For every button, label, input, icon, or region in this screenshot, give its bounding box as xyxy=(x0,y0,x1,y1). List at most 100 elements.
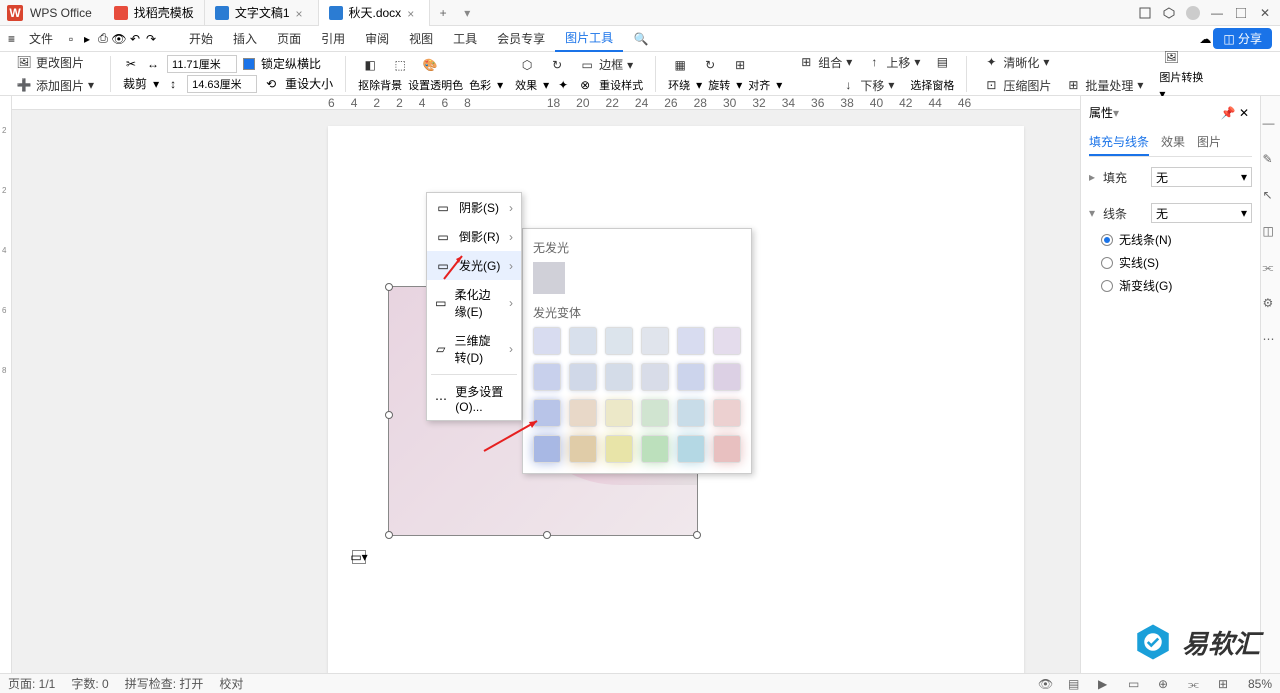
glow-swatch-0-3[interactable] xyxy=(641,327,669,355)
hamburger-icon[interactable]: ≡ xyxy=(8,32,15,46)
menu-vip[interactable]: 会员专享 xyxy=(487,26,555,51)
radio-no-line[interactable]: 无线条(N) xyxy=(1101,231,1252,248)
glow-swatch-3-4[interactable] xyxy=(677,435,705,463)
avatar-icon[interactable] xyxy=(1182,2,1204,24)
glow-swatch-1-5[interactable] xyxy=(713,363,741,391)
play-icon[interactable]: ▶ xyxy=(1098,677,1112,691)
batch-button[interactable]: ⊞批量处理▾ xyxy=(1061,75,1147,96)
link2-icon[interactable]: ⫘ xyxy=(1188,677,1202,691)
prop-tab-picture[interactable]: 图片 xyxy=(1197,129,1221,156)
page-status[interactable]: 页面: 1/1 xyxy=(8,675,55,692)
glow-swatch-3-2[interactable] xyxy=(605,435,633,463)
glow-swatch-3-1[interactable] xyxy=(569,435,597,463)
tab-templates[interactable]: 找稻壳模板 xyxy=(104,0,205,26)
grid-icon[interactable]: ⊞ xyxy=(1218,677,1232,691)
rotate3d-item[interactable]: ▱三维旋转(D)› xyxy=(427,326,521,372)
clarity-button[interactable]: ✦清晰化▾ xyxy=(979,52,1053,73)
redo-icon[interactable]: ↷ xyxy=(143,31,159,47)
canvas[interactable]: 642 246 818 202224 262830 323436 384042 … xyxy=(12,96,1080,676)
more-icon[interactable]: ⋯ xyxy=(1263,332,1279,348)
proof-status[interactable]: 校对 xyxy=(219,675,243,692)
rotate-button[interactable]: ↻ xyxy=(698,55,722,75)
glow-swatch-1-3[interactable] xyxy=(641,363,669,391)
glow-swatch-1-0[interactable] xyxy=(533,363,561,391)
eye-icon[interactable]: 👁 xyxy=(1038,677,1052,691)
radio-gradient-line[interactable]: 渐变线(G) xyxy=(1101,277,1252,294)
sparkle-icon[interactable]: ✦ xyxy=(555,77,571,93)
glow-swatch-0-4[interactable] xyxy=(677,327,705,355)
menu-view[interactable]: 视图 xyxy=(399,26,443,51)
glow-swatch-3-5[interactable] xyxy=(713,435,741,463)
glow-swatch-2-0[interactable] xyxy=(533,399,561,427)
no-glow-swatch[interactable] xyxy=(533,262,565,294)
change-picture-button[interactable]: 🖼更改图片 xyxy=(12,52,98,73)
print-icon[interactable]: ⎙ xyxy=(95,31,111,47)
resize-handle-nw[interactable] xyxy=(385,283,393,291)
reset-style-icon[interactable]: ⊗ xyxy=(577,77,593,93)
up-button[interactable]: ↑上移▾ xyxy=(862,52,924,73)
prop-tab-effect[interactable]: 效果 xyxy=(1161,129,1185,156)
search-icon[interactable]: 🔍 xyxy=(633,31,649,47)
more-settings-item[interactable]: ⋯更多设置(O)... xyxy=(427,377,521,420)
resize-handle-w[interactable] xyxy=(385,411,393,419)
share-button[interactable]: ◫ 分享 xyxy=(1213,28,1272,49)
tab-dropdown[interactable]: ▾ xyxy=(464,6,470,20)
select-icon[interactable]: ↖ xyxy=(1263,188,1279,204)
read-icon[interactable]: ▭ xyxy=(1128,677,1142,691)
glow-swatch-0-2[interactable] xyxy=(605,327,633,355)
menu-page[interactable]: 页面 xyxy=(267,26,311,51)
resize-handle-sw[interactable] xyxy=(385,531,393,539)
glow-swatch-2-1[interactable] xyxy=(569,399,597,427)
reflection-item[interactable]: ▭倒影(R)› xyxy=(427,222,521,251)
cube-icon[interactable] xyxy=(1158,2,1180,24)
soft-edge-item[interactable]: ▭柔化边缘(E)› xyxy=(427,280,521,326)
glow-swatch-2-2[interactable] xyxy=(605,399,633,427)
crop-label[interactable]: 裁剪 xyxy=(123,75,147,92)
align-button[interactable]: ⊞ xyxy=(728,55,752,75)
shadow-item[interactable]: ▭阴影(S)› xyxy=(427,193,521,222)
link-icon[interactable]: ⫘ xyxy=(1263,260,1279,276)
border-button[interactable]: ▭边框▾ xyxy=(575,54,637,75)
color-button[interactable]: 🎨 xyxy=(418,55,442,75)
add-tab-button[interactable]: + xyxy=(430,6,456,20)
remove-bg-button[interactable]: ◧ xyxy=(358,55,382,75)
group-button[interactable]: ⊞组合▾ xyxy=(794,52,856,73)
zoom-level[interactable]: 85% xyxy=(1248,677,1272,691)
shapes-icon[interactable]: ◫ xyxy=(1263,224,1279,240)
glow-swatch-1-2[interactable] xyxy=(605,363,633,391)
menu-insert[interactable]: 插入 xyxy=(223,26,267,51)
menu-start[interactable]: 开始 xyxy=(179,26,223,51)
line-select[interactable]: 无▾ xyxy=(1151,203,1252,223)
convert-button[interactable]: 🖼 xyxy=(1159,47,1203,67)
glow-item[interactable]: ▭发光(G)› xyxy=(427,251,521,280)
close-panel-icon[interactable]: ✕ xyxy=(1236,105,1252,121)
rotate-icon[interactable]: ↻ xyxy=(545,55,569,75)
undo-icon[interactable]: ↶ xyxy=(127,31,143,47)
compress-button[interactable]: ⊡压缩图片 xyxy=(979,75,1055,96)
open-icon[interactable]: ▸ xyxy=(79,31,95,47)
menu-review[interactable]: 审阅 xyxy=(355,26,399,51)
menu-picture-tools[interactable]: 图片工具 xyxy=(555,25,623,52)
menu-reference[interactable]: 引用 xyxy=(311,26,355,51)
layout-options-icon[interactable]: ▭▾ xyxy=(352,550,366,564)
prop-tab-fill[interactable]: 填充与线条 xyxy=(1089,129,1149,156)
web-icon[interactable]: ⊕ xyxy=(1158,677,1172,691)
minimize-button[interactable]: — xyxy=(1206,2,1228,24)
resize-handle-se[interactable] xyxy=(693,531,701,539)
add-picture-button[interactable]: ➕添加图片▾ xyxy=(12,75,98,96)
window-restore-icon[interactable] xyxy=(1134,2,1156,24)
vscrollbar[interactable] xyxy=(1070,110,1080,676)
menu-tools[interactable]: 工具 xyxy=(443,26,487,51)
pencil-icon[interactable]: ✎ xyxy=(1263,152,1279,168)
glow-swatch-2-4[interactable] xyxy=(677,399,705,427)
word-count[interactable]: 字数: 0 xyxy=(71,675,108,692)
glow-swatch-2-3[interactable] xyxy=(641,399,669,427)
glow-swatch-3-0[interactable] xyxy=(533,435,561,463)
height-input[interactable] xyxy=(187,75,257,93)
close-button[interactable]: ✕ xyxy=(1254,2,1276,24)
fill-select[interactable]: 无▾ xyxy=(1151,167,1252,187)
down-button[interactable]: ↓下移▾ xyxy=(836,75,898,96)
glow-swatch-2-5[interactable] xyxy=(713,399,741,427)
glow-swatch-3-3[interactable] xyxy=(641,435,669,463)
tab-doc1[interactable]: 文字文稿1 × xyxy=(205,0,319,26)
